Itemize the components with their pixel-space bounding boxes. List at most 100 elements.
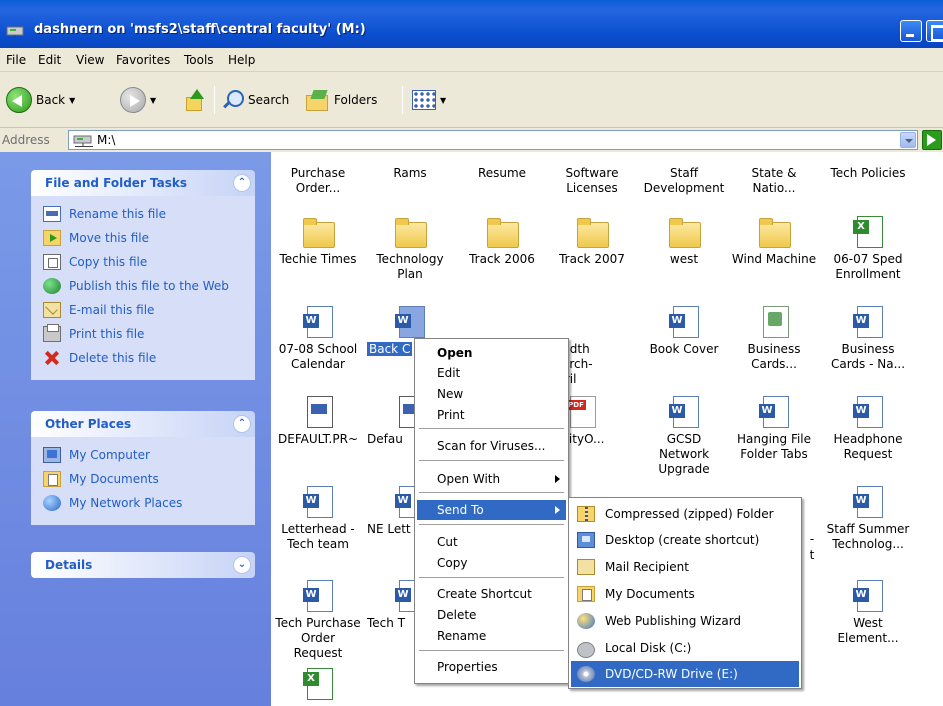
mail-icon [577,559,595,575]
other-places-header[interactable]: Other Places ⌃ [31,411,255,437]
file-item[interactable]: State & Natio... [731,166,817,196]
folder-item[interactable]: Technology Plan [367,216,453,282]
address-field[interactable]: M:\ [68,130,918,150]
menu-send-to[interactable]: Send To [417,500,566,520]
file-item[interactable]: 06-07 Sped Enrollment [825,216,911,282]
folder-item[interactable]: Wind Machine [731,216,817,267]
task-print[interactable]: Print this file [43,322,255,346]
submenu-label: Compressed (zipped) Folder [605,507,774,521]
menu-favorites[interactable]: Favorites [116,53,170,67]
menu-file[interactable]: File [6,53,26,67]
menu-copy[interactable]: Copy [417,553,566,573]
menu-new[interactable]: New [417,384,566,404]
up-button[interactable] [184,86,206,114]
menu-print[interactable]: Print [417,405,566,425]
file-item[interactable]: Business Cards... [731,306,817,372]
file-item[interactable]: 07-08 School Calendar [275,306,361,372]
menu-delete[interactable]: Delete [417,605,566,625]
folder-item[interactable]: Track 2006 [459,216,545,267]
details-header[interactable]: Details ⌄ [31,552,255,578]
task-label: Move this file [69,231,149,245]
menu-create-shortcut[interactable]: Create Shortcut [417,584,566,604]
search-button[interactable]: Search [222,86,289,114]
submenu-label: Mail Recipient [605,560,689,574]
folder-item[interactable]: Track 2007 [549,216,635,267]
task-copy[interactable]: Copy this file [43,250,255,274]
file-item[interactable]: West Element... [825,580,911,646]
file-item[interactable]: Tech Purchase Order Request [275,580,361,661]
send-to-dvd-drive[interactable]: DVD/CD-RW Drive (E:) [571,661,799,687]
file-item[interactable]: Rams [367,166,453,181]
go-button[interactable] [922,130,942,150]
task-rename[interactable]: Rename this file [43,202,255,226]
file-label: Rams [393,166,427,180]
menu-open-with[interactable]: Open With [417,469,566,489]
menu-open[interactable]: Open [417,343,566,363]
place-network[interactable]: My Network Places [43,491,255,515]
file-item[interactable]: DEFAULT.PR~ [275,396,361,447]
menu-label: Send To [437,503,484,517]
file-item[interactable]: Staff Summer Technolog... [825,486,911,552]
file-item[interactable]: Resume [459,166,545,181]
folder-item[interactable]: west [641,216,727,267]
send-to-mail[interactable]: Mail Recipient [571,554,799,580]
file-item[interactable]: Letterhead - Tech team [275,486,361,552]
task-move[interactable]: Move this file [43,226,255,250]
collapse-icon[interactable]: ⌃ [233,174,251,192]
menu-scan[interactable]: Scan for Viruses... [417,436,566,456]
file-item[interactable]: Book Cover [641,306,727,357]
folders-icon [306,90,330,111]
menu-separator [419,428,564,429]
folder-icon [485,216,519,248]
file-item[interactable]: GCSD Network Upgrade [641,396,727,477]
send-to-desktop[interactable]: Desktop (create shortcut) [571,527,799,553]
address-dropdown-button[interactable] [900,132,916,148]
menu-cut[interactable]: Cut [417,532,566,552]
title-bar[interactable]: dashnern on 'msfs2\staff\central faculty… [0,0,943,48]
file-item[interactable]: Business Cards - Na... [825,306,911,372]
menu-view[interactable]: View [76,53,104,67]
menu-help[interactable]: Help [228,53,255,67]
place-my-documents[interactable]: My Documents [43,467,255,491]
publisher-file-icon [757,306,791,338]
place-my-computer[interactable]: My Computer [43,443,255,467]
send-to-my-documents[interactable]: My Documents [571,581,799,607]
file-item[interactable]: Software Licenses [549,166,635,196]
folder-icon [301,216,335,248]
expand-icon[interactable]: ⌄ [233,556,251,574]
file-item[interactable]: Tech Policies [825,166,911,181]
menu-edit[interactable]: Edit [38,53,61,67]
file-label: Book Cover [649,342,719,356]
file-item[interactable]: Headphone Request [825,396,911,462]
menu-rename[interactable]: Rename [417,626,566,646]
back-button[interactable]: Back ▼ [6,86,75,114]
task-email[interactable]: E-mail this file [43,298,255,322]
collapse-icon[interactable]: ⌃ [233,415,251,433]
menu-edit-item[interactable]: Edit [417,363,566,383]
file-label: Track 2007 [559,252,625,266]
folder-item[interactable]: Techie Times [275,216,361,267]
menu-tools[interactable]: Tools [184,53,214,67]
file-label: t [809,548,815,562]
task-publish[interactable]: Publish this file to the Web [43,274,255,298]
send-to-local-disk[interactable]: Local Disk (C:) [571,635,799,661]
zip-folder-icon [577,506,595,522]
minimize-button[interactable] [900,20,922,42]
file-label: Tech Policies [830,166,906,180]
file-item[interactable]: Staff Development [641,166,727,196]
file-label: Track 2006 [469,252,535,266]
send-to-zip[interactable]: Compressed (zipped) Folder [571,501,799,527]
window-title: dashnern on 'msfs2\staff\central faculty… [34,22,366,37]
task-delete[interactable]: Delete this file [43,346,255,370]
forward-button[interactable]: ▼ [120,86,156,114]
file-tasks-header[interactable]: File and Folder Tasks ⌃ [31,170,255,196]
folders-button[interactable]: Folders [306,86,377,114]
file-item[interactable]: Purchase Order... [275,166,361,196]
send-to-web-publishing[interactable]: Web Publishing Wizard [571,608,799,634]
file-item[interactable] [275,668,361,704]
menu-properties[interactable]: Properties [417,657,566,677]
maximize-button[interactable] [926,20,943,42]
views-button[interactable]: ▼ [412,86,446,114]
file-item[interactable]: Hanging File Folder Tabs [731,396,817,462]
submenu-label: My Documents [605,587,695,601]
